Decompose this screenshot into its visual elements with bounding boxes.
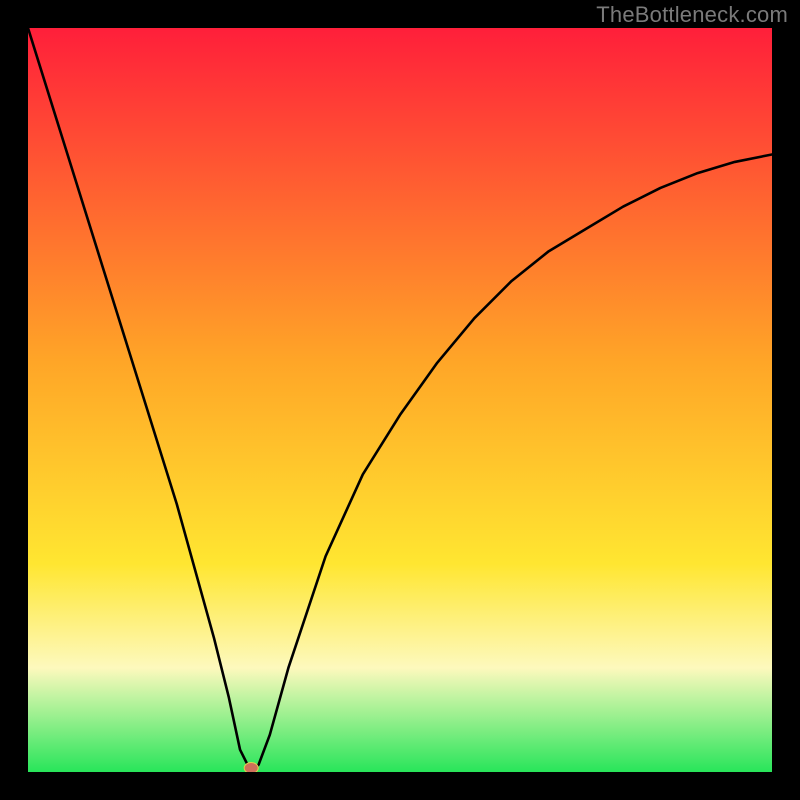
plot-area bbox=[28, 28, 772, 772]
watermark-text: TheBottleneck.com bbox=[596, 2, 788, 28]
minimum-marker-dot bbox=[244, 763, 258, 773]
gradient-background bbox=[28, 28, 772, 772]
plot-svg bbox=[28, 28, 772, 772]
chart-frame: TheBottleneck.com bbox=[0, 0, 800, 800]
